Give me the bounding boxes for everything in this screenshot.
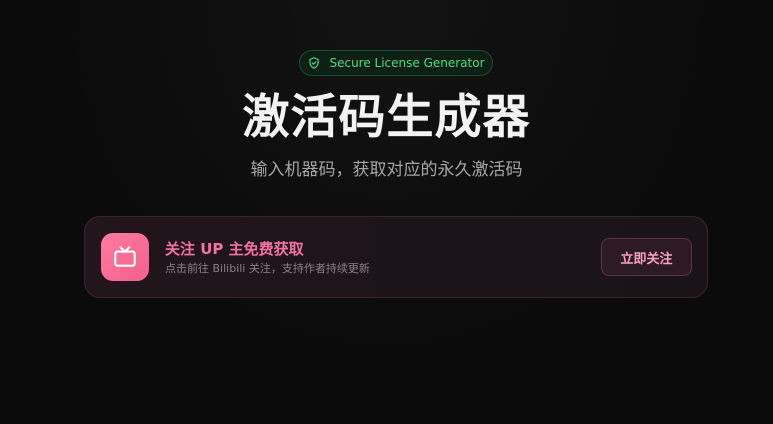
promo-title: 关注 UP 主免费获取: [165, 240, 304, 258]
follow-button[interactable]: 立即关注: [601, 238, 692, 276]
shield-check-icon: [307, 56, 321, 70]
badge-label: Secure License Generator: [329, 56, 485, 70]
page-title: 激活码生成器: [242, 90, 531, 145]
tv-icon: [101, 233, 149, 281]
secure-badge: Secure License Generator: [299, 50, 493, 76]
page: Secure License Generator 激活码生成器 输入机器码，获取…: [0, 0, 773, 424]
promo-description: 点击前往 Bilibili 关注，支持作者持续更新: [165, 262, 370, 275]
follow-promo-card: 关注 UP 主免费获取 点击前往 Bilibili 关注，支持作者持续更新 立即…: [84, 216, 708, 298]
page-subtitle: 输入机器码，获取对应的永久激活码: [250, 160, 523, 180]
